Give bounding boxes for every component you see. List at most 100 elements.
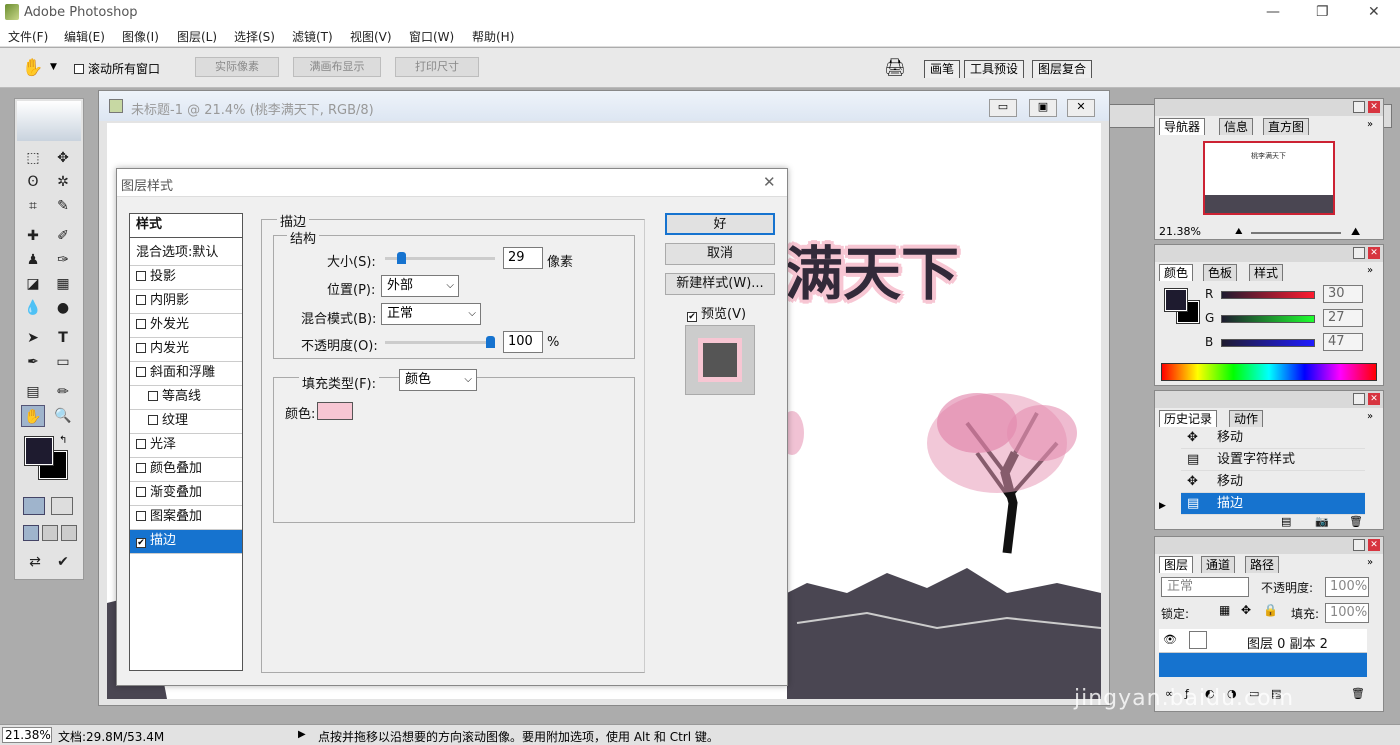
scroll-all-windows-checkbox[interactable]: 滚动所有窗口 — [74, 60, 160, 77]
history-item[interactable]: ✥ 移动 — [1181, 427, 1365, 449]
doc-close-button[interactable]: ✕ — [1067, 99, 1095, 117]
fit-screen-button[interactable]: 满画布显示 — [293, 57, 381, 77]
blue-input[interactable]: 47 — [1323, 333, 1363, 351]
style-stroke[interactable]: ✔ 描边 — [130, 530, 242, 554]
panel-minimize-icon[interactable] — [1353, 393, 1365, 405]
lock-position-icon[interactable]: ✥ — [1241, 603, 1251, 617]
tab-swatches[interactable]: 色板 — [1203, 264, 1238, 281]
well-tab-tool-presets[interactable]: 工具预设 — [964, 60, 1025, 78]
style-texture[interactable]: 纹理 — [130, 410, 242, 434]
opacity-input[interactable]: 100 — [503, 331, 543, 353]
lock-all-icon[interactable]: 🔒 — [1263, 603, 1278, 617]
menu-layer[interactable]: 图层(L) — [177, 28, 217, 45]
tab-channels[interactable]: 通道 — [1201, 556, 1236, 573]
eraser-tool-icon[interactable]: ◪ — [21, 273, 45, 295]
history-brush-icon[interactable]: ✑ — [51, 249, 75, 271]
stroke-color-swatch[interactable] — [317, 402, 353, 420]
swap-colors-icon[interactable]: ↰ — [59, 435, 67, 446]
style-bevel-emboss[interactable]: 斜面和浮雕 — [130, 362, 242, 386]
opacity-slider-track[interactable] — [385, 336, 495, 348]
healing-brush-icon[interactable]: ✚ — [21, 225, 45, 247]
style-inner-glow[interactable]: 内发光 — [130, 338, 242, 362]
green-slider[interactable] — [1221, 315, 1315, 323]
well-tab-layer-comps[interactable]: 图层复合 — [1032, 60, 1093, 78]
screen-mode-standard-icon[interactable] — [23, 525, 39, 541]
minimize-icon[interactable]: — — [1266, 4, 1280, 20]
eyedropper-icon[interactable]: ✏ — [51, 381, 75, 403]
style-gradient-overlay[interactable]: 渐变叠加 — [130, 482, 242, 506]
size-slider-thumb[interactable] — [397, 252, 407, 264]
panel-menu-icon[interactable]: » — [1367, 411, 1373, 422]
pen-tool-icon[interactable]: ✒ — [21, 351, 45, 373]
slice-tool-icon[interactable]: ✎ — [51, 195, 75, 217]
zoom-out-icon[interactable]: ⛰ — [1235, 227, 1243, 237]
checkmark-icon[interactable]: ✔ — [51, 551, 75, 573]
print-size-button[interactable]: 打印尺寸 — [395, 57, 479, 77]
screen-mode-full-menu-icon[interactable] — [42, 525, 58, 541]
layer-opacity-input[interactable]: 100% — [1325, 577, 1369, 597]
close-icon[interactable]: ✕ — [1368, 4, 1380, 20]
doc-minimize-button[interactable]: ▭ — [989, 99, 1017, 117]
new-snapshot-icon[interactable]: 📷 — [1315, 515, 1329, 528]
cancel-button[interactable]: 取消 — [665, 243, 775, 265]
move-tool-icon[interactable]: ✥ — [51, 147, 75, 169]
eye-visibility-icon[interactable]: 👁 — [1163, 633, 1177, 646]
path-select-icon[interactable]: ➤ — [21, 327, 45, 349]
jump-to-imageready-icon[interactable]: ⇄ — [23, 551, 47, 573]
type-tool-icon[interactable]: T — [51, 327, 75, 349]
size-slider-track[interactable] — [385, 252, 495, 264]
layer-row[interactable]: 👁 图层 0 副本 2 — [1159, 629, 1367, 653]
trash-icon[interactable]: 🗑 — [1351, 687, 1365, 700]
panel-minimize-icon[interactable] — [1353, 539, 1365, 551]
styles-header[interactable]: 样式 — [130, 214, 242, 238]
notes-tool-icon[interactable]: ▤ — [21, 381, 45, 403]
dodge-tool-icon[interactable]: ● — [51, 297, 75, 319]
layer-fill-input[interactable]: 100% — [1325, 603, 1369, 623]
style-drop-shadow[interactable]: 投影 — [130, 266, 242, 290]
magic-wand-icon[interactable]: ✲ — [51, 171, 75, 193]
feather-logo-icon[interactable] — [17, 101, 81, 141]
status-zoom-input[interactable]: 21.38% — [2, 727, 52, 743]
color-spectrum-bar[interactable] — [1161, 363, 1377, 381]
style-inner-shadow[interactable]: 内阴影 — [130, 290, 242, 314]
panel-menu-icon[interactable]: » — [1367, 557, 1373, 568]
hand-tool-icon[interactable]: ✋ — [22, 58, 43, 78]
menu-edit[interactable]: 编辑(E) — [64, 28, 105, 45]
layer-row-selected[interactable] — [1159, 653, 1367, 677]
style-blending-options[interactable]: 混合选项:默认 — [130, 242, 242, 266]
red-slider[interactable] — [1221, 291, 1315, 299]
position-select[interactable]: 外部 ⌵ — [381, 275, 459, 297]
dialog-close-icon[interactable]: ✕ — [763, 173, 776, 191]
trash-icon[interactable]: 🗑 — [1349, 515, 1363, 528]
green-input[interactable]: 27 — [1323, 309, 1363, 327]
new-style-button[interactable]: 新建样式(W)... — [665, 273, 775, 295]
gradient-tool-icon[interactable]: ▦ — [51, 273, 75, 295]
style-outer-glow[interactable]: 外发光 — [130, 314, 242, 338]
menu-view[interactable]: 视图(V) — [350, 28, 392, 45]
menu-select[interactable]: 选择(S) — [234, 28, 275, 45]
menu-window[interactable]: 窗口(W) — [409, 28, 454, 45]
style-contour[interactable]: 等高线 — [130, 386, 242, 410]
layer-blend-mode-select[interactable]: 正常 — [1161, 577, 1249, 597]
lasso-tool-icon[interactable]: ʘ — [21, 171, 45, 193]
navigator-zoom-slider[interactable] — [1251, 232, 1341, 234]
lock-transparency-icon[interactable]: ▦ — [1219, 603, 1230, 617]
history-item-selected[interactable]: ▤ 描边 — [1181, 493, 1365, 515]
blend-mode-select[interactable]: 正常 ⌵ — [381, 303, 481, 325]
ok-button[interactable]: 好 — [665, 213, 775, 235]
style-color-overlay[interactable]: 颜色叠加 — [130, 458, 242, 482]
screen-mode-full-icon[interactable] — [61, 525, 77, 541]
panel-minimize-icon[interactable] — [1353, 247, 1365, 259]
red-input[interactable]: 30 — [1323, 285, 1363, 303]
style-satin[interactable]: 光泽 — [130, 434, 242, 458]
tab-layers[interactable]: 图层 — [1159, 556, 1194, 573]
panel-close-icon[interactable]: ✕ — [1368, 393, 1380, 405]
tab-histogram[interactable]: 直方图 — [1263, 118, 1310, 135]
history-item[interactable]: ▤ 设置字符样式 — [1181, 449, 1365, 471]
crop-tool-icon[interactable]: ⌗ — [21, 195, 45, 217]
navigator-zoom-value[interactable]: 21.38% — [1159, 225, 1201, 238]
tab-navigator[interactable]: 导航器 — [1159, 118, 1206, 135]
tab-actions[interactable]: 动作 — [1229, 410, 1264, 427]
history-item[interactable]: ✥ 移动 — [1181, 471, 1365, 493]
menu-image[interactable]: 图像(I) — [122, 28, 159, 45]
